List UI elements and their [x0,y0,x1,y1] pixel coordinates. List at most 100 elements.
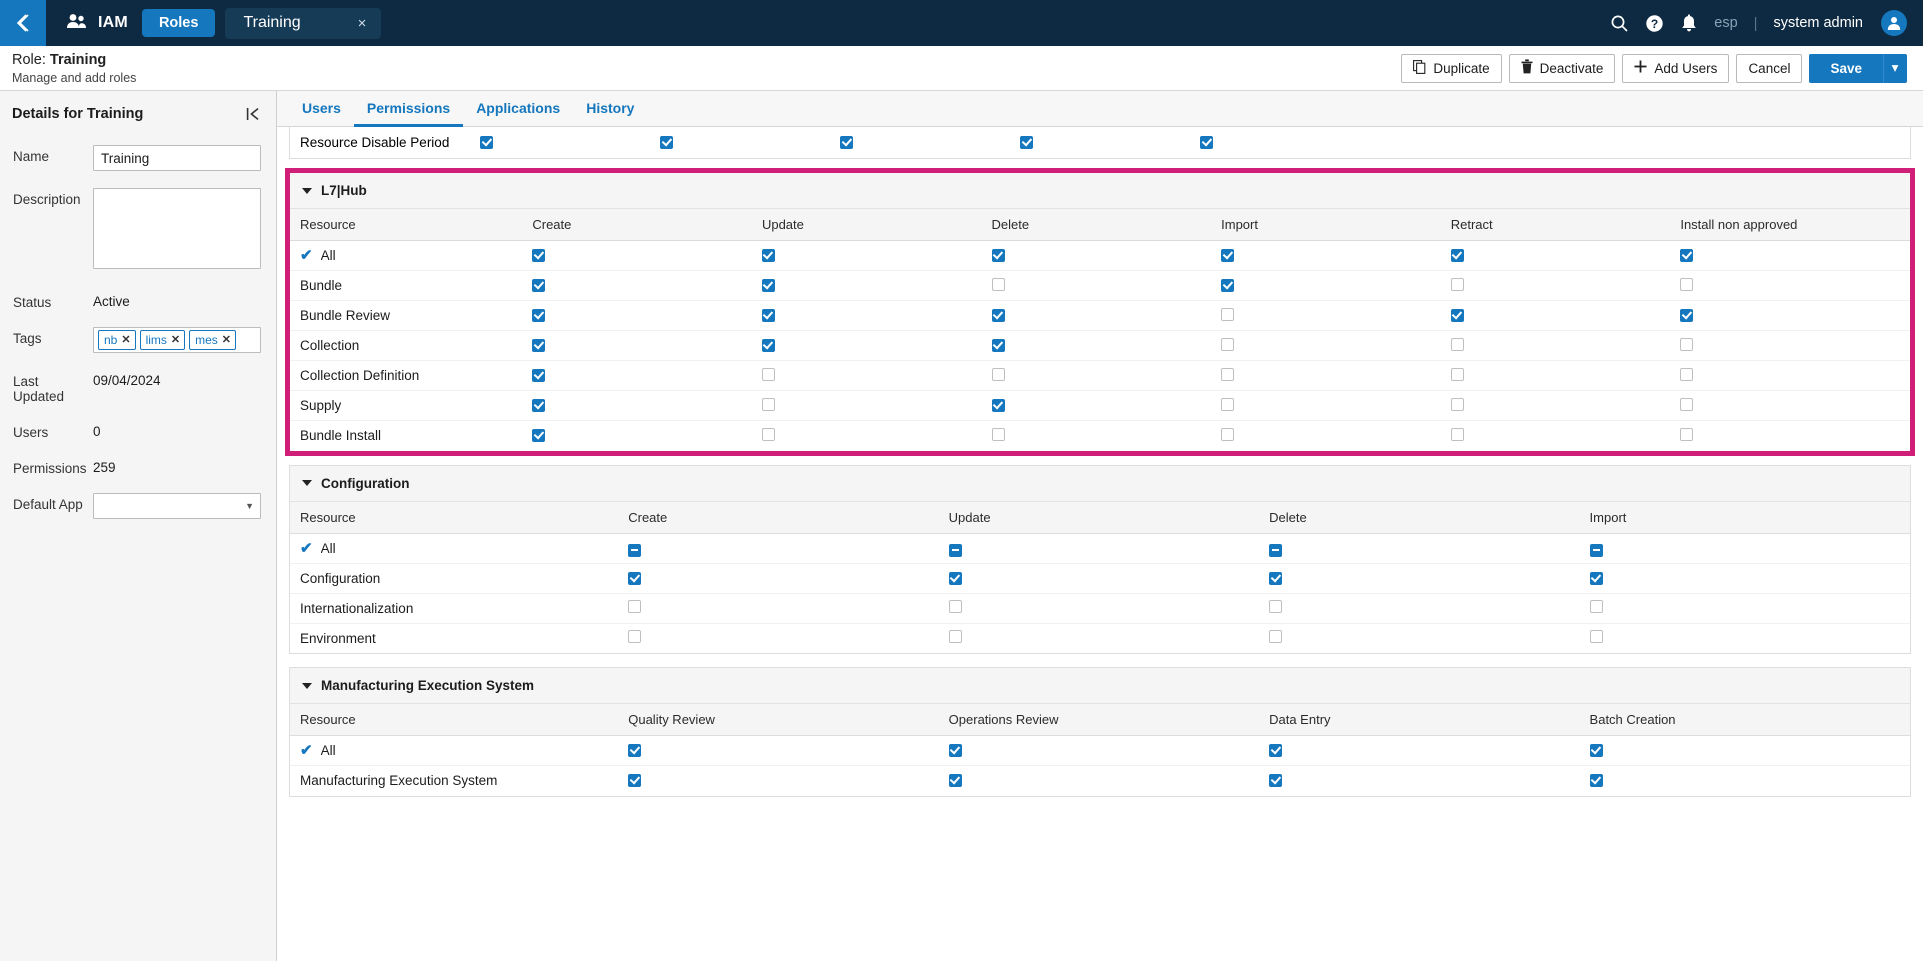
permission-checkbox[interactable] [1589,600,1603,613]
permission-checkbox[interactable] [532,309,546,322]
permission-checkbox[interactable] [532,399,546,412]
permission-checkbox[interactable] [1269,543,1283,557]
permission-checkbox[interactable] [1450,309,1464,322]
tag-remove-icon[interactable]: ✕ [121,333,130,348]
module-roles-button[interactable]: Roles [141,8,216,38]
permission-checkbox[interactable] [1680,367,1694,381]
permission-checkbox[interactable] [1589,774,1603,788]
permission-checkbox[interactable] [532,339,546,352]
open-tab-training[interactable]: Training × [225,7,382,39]
permission-checkbox[interactable] [991,367,1005,381]
permission-checkbox[interactable] [991,399,1005,412]
permission-checkbox[interactable] [1221,279,1235,292]
section-header[interactable]: Configuration [290,465,1910,502]
permission-checkbox[interactable] [628,744,642,757]
permission-checkbox[interactable] [761,279,775,292]
permission-checkbox[interactable] [1269,571,1283,585]
tab-users[interactable]: Users [289,91,354,127]
permission-checkbox[interactable] [1680,249,1694,262]
permission-checkbox[interactable] [1680,397,1694,411]
tab-applications[interactable]: Applications [463,91,573,127]
permission-checkbox[interactable] [761,397,775,411]
permission-checkbox[interactable] [532,249,546,262]
description-textarea[interactable] [93,188,261,269]
save-dropdown-button[interactable]: ▾ [1883,53,1907,83]
permission-checkbox[interactable] [628,571,642,585]
permission-checkbox[interactable] [1450,337,1464,351]
tags-input[interactable]: nb ✕ lims ✕ mes ✕ [93,327,261,354]
close-icon[interactable]: × [355,16,370,31]
permission-checkbox[interactable] [480,136,493,149]
permission-checkbox[interactable] [1269,744,1283,757]
permission-checkbox[interactable] [1680,309,1694,322]
permission-checkbox[interactable] [948,744,962,757]
permission-checkbox[interactable] [628,630,642,644]
duplicate-button[interactable]: Duplicate [1401,53,1502,83]
permission-checkbox[interactable] [840,136,853,149]
permission-checkbox[interactable] [1020,136,1033,149]
permission-checkbox[interactable] [1680,337,1694,351]
permission-checkbox[interactable] [948,600,962,613]
permission-checkbox[interactable] [991,427,1005,441]
section-header[interactable]: Manufacturing Execution System [290,668,1910,704]
permission-checkbox[interactable] [532,429,546,443]
name-input[interactable] [93,145,261,171]
tab-permissions[interactable]: Permissions [353,91,464,127]
permission-checkbox[interactable] [1450,397,1464,411]
permission-checkbox[interactable] [1221,249,1235,262]
cancel-button[interactable]: Cancel [1736,53,1803,83]
permission-checkbox[interactable] [991,339,1005,352]
permission-checkbox[interactable] [532,279,546,292]
user-name-label[interactable]: system admin [1774,15,1863,31]
permission-checkbox[interactable] [1589,630,1603,644]
permission-checkbox[interactable] [1221,367,1235,381]
permission-checkbox[interactable] [761,367,775,381]
collapse-panel-icon[interactable] [242,105,264,123]
tab-history[interactable]: History [573,91,647,127]
permission-checkbox[interactable] [1221,397,1235,411]
permission-checkbox[interactable] [991,277,1005,291]
permission-checkbox[interactable] [1589,571,1603,585]
permission-checkbox[interactable] [948,774,962,788]
permission-checkbox[interactable] [1450,277,1464,291]
permission-checkbox[interactable] [761,309,775,322]
permission-checkbox[interactable] [991,249,1005,262]
permission-checkbox[interactable] [1269,600,1283,613]
permission-checkbox[interactable] [761,249,775,262]
user-avatar-icon[interactable] [1881,10,1907,36]
permission-checkbox[interactable] [948,630,962,644]
permission-checkbox[interactable] [1221,427,1235,441]
permission-checkbox[interactable] [948,543,962,557]
tag-remove-icon[interactable]: ✕ [222,333,231,348]
section-header[interactable]: L7|Hub [290,173,1910,209]
permission-checkbox[interactable] [1200,136,1213,149]
permission-checkbox[interactable] [761,339,775,352]
bell-icon[interactable] [1680,13,1698,33]
help-icon[interactable]: ? [1645,14,1664,33]
permission-checkbox[interactable] [532,369,546,382]
permission-checkbox[interactable] [1680,427,1694,441]
permission-checkbox[interactable] [1589,744,1603,757]
permission-checkbox[interactable] [1269,630,1283,644]
deactivate-button[interactable]: Deactivate [1508,53,1616,83]
save-button[interactable]: Save [1809,53,1883,83]
permissions-scroll-area[interactable]: Resource Disable Period L7|Hub Resource Cre… [277,127,1923,961]
search-icon[interactable] [1610,14,1629,33]
permission-checkbox[interactable] [761,427,775,441]
permission-checkbox[interactable] [1450,249,1464,262]
permission-checkbox[interactable] [1450,367,1464,381]
permission-checkbox[interactable] [1221,337,1235,351]
permission-checkbox[interactable] [660,136,673,149]
permission-checkbox[interactable] [628,543,642,557]
default-app-select[interactable] [93,493,261,520]
language-selector[interactable]: esp [1714,15,1737,31]
add-users-button[interactable]: Add Users [1622,53,1730,83]
permission-checkbox[interactable] [1221,307,1235,321]
permission-checkbox[interactable] [1680,277,1694,291]
permission-checkbox[interactable] [628,774,642,788]
permission-checkbox[interactable] [1589,543,1603,557]
permission-checkbox[interactable] [948,571,962,585]
permission-checkbox[interactable] [991,309,1005,322]
permission-checkbox[interactable] [628,600,642,613]
permission-checkbox[interactable] [1269,774,1283,788]
